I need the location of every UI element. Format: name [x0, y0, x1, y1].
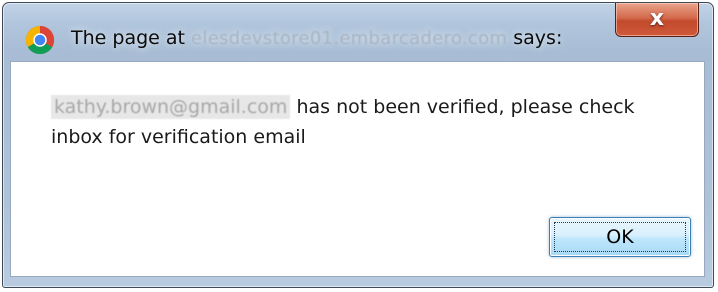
alert-dialog: The page at elesdevstore01.embarcadero.c…: [2, 2, 714, 288]
close-icon: x: [649, 6, 665, 31]
message-email: kathy.brown@gmail.com: [51, 95, 291, 119]
ok-button-label: OK: [606, 226, 634, 248]
dialog-body: kathy.brown@gmail.com has not been verif…: [10, 61, 705, 277]
title-domain: elesdevstore01.embarcadero.com: [191, 28, 508, 49]
title-bar[interactable]: The page at elesdevstore01.embarcadero.c…: [3, 3, 713, 61]
title-prefix: The page at: [71, 27, 185, 49]
chrome-icon: [25, 25, 55, 55]
ok-button[interactable]: OK: [549, 217, 691, 257]
close-button[interactable]: x: [615, 3, 699, 37]
dialog-message: kathy.brown@gmail.com has not been verif…: [51, 92, 691, 152]
dialog-title: The page at elesdevstore01.embarcadero.c…: [71, 27, 562, 49]
title-suffix: says:: [513, 27, 563, 49]
